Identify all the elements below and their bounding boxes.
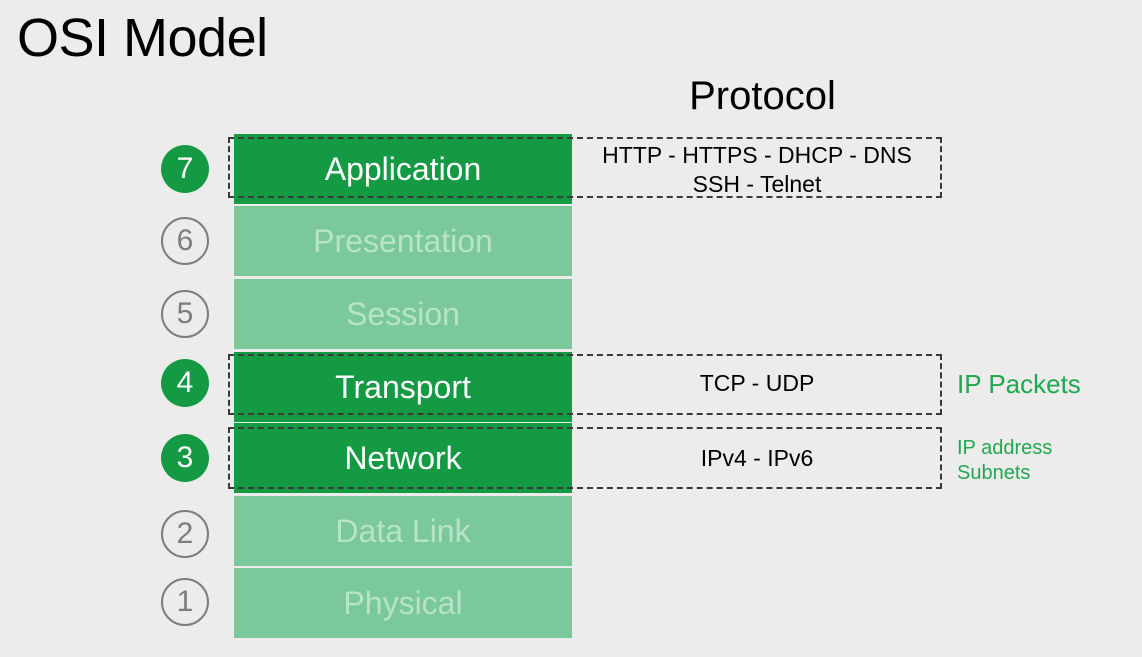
application-protocols-line1: HTTP - HTTPS - DHCP - DNS (602, 142, 912, 168)
layer-number-badge-4: 4 (161, 359, 209, 407)
transport-protocols: TCP - UDP (699, 370, 815, 396)
network-note-line1: IP address (957, 437, 1053, 459)
layer-physical: Physical (234, 568, 572, 638)
protocol-heading: Protocol (689, 74, 836, 118)
layer-data-link: Data Link (234, 496, 572, 566)
layer-number-badge-5: 5 (161, 290, 209, 338)
page-title: OSI Model (17, 8, 268, 68)
layer-number-badge-6: 6 (161, 217, 209, 265)
network-protocols: IPv4 - IPv6 (700, 445, 814, 471)
application-protocols-line2: SSH - Telnet (692, 171, 822, 197)
network-note-line2: Subnets (957, 462, 1031, 484)
layer-number-badge-1: 1 (161, 578, 209, 626)
transport-note: IP Packets (957, 369, 1081, 399)
layer-number-badge-7: 7 (161, 145, 209, 193)
layer-number-badge-3: 3 (161, 434, 209, 482)
layer-presentation: Presentation (234, 206, 572, 276)
layer-session: Session (234, 279, 572, 349)
layer-number-badge-2: 2 (161, 510, 209, 558)
